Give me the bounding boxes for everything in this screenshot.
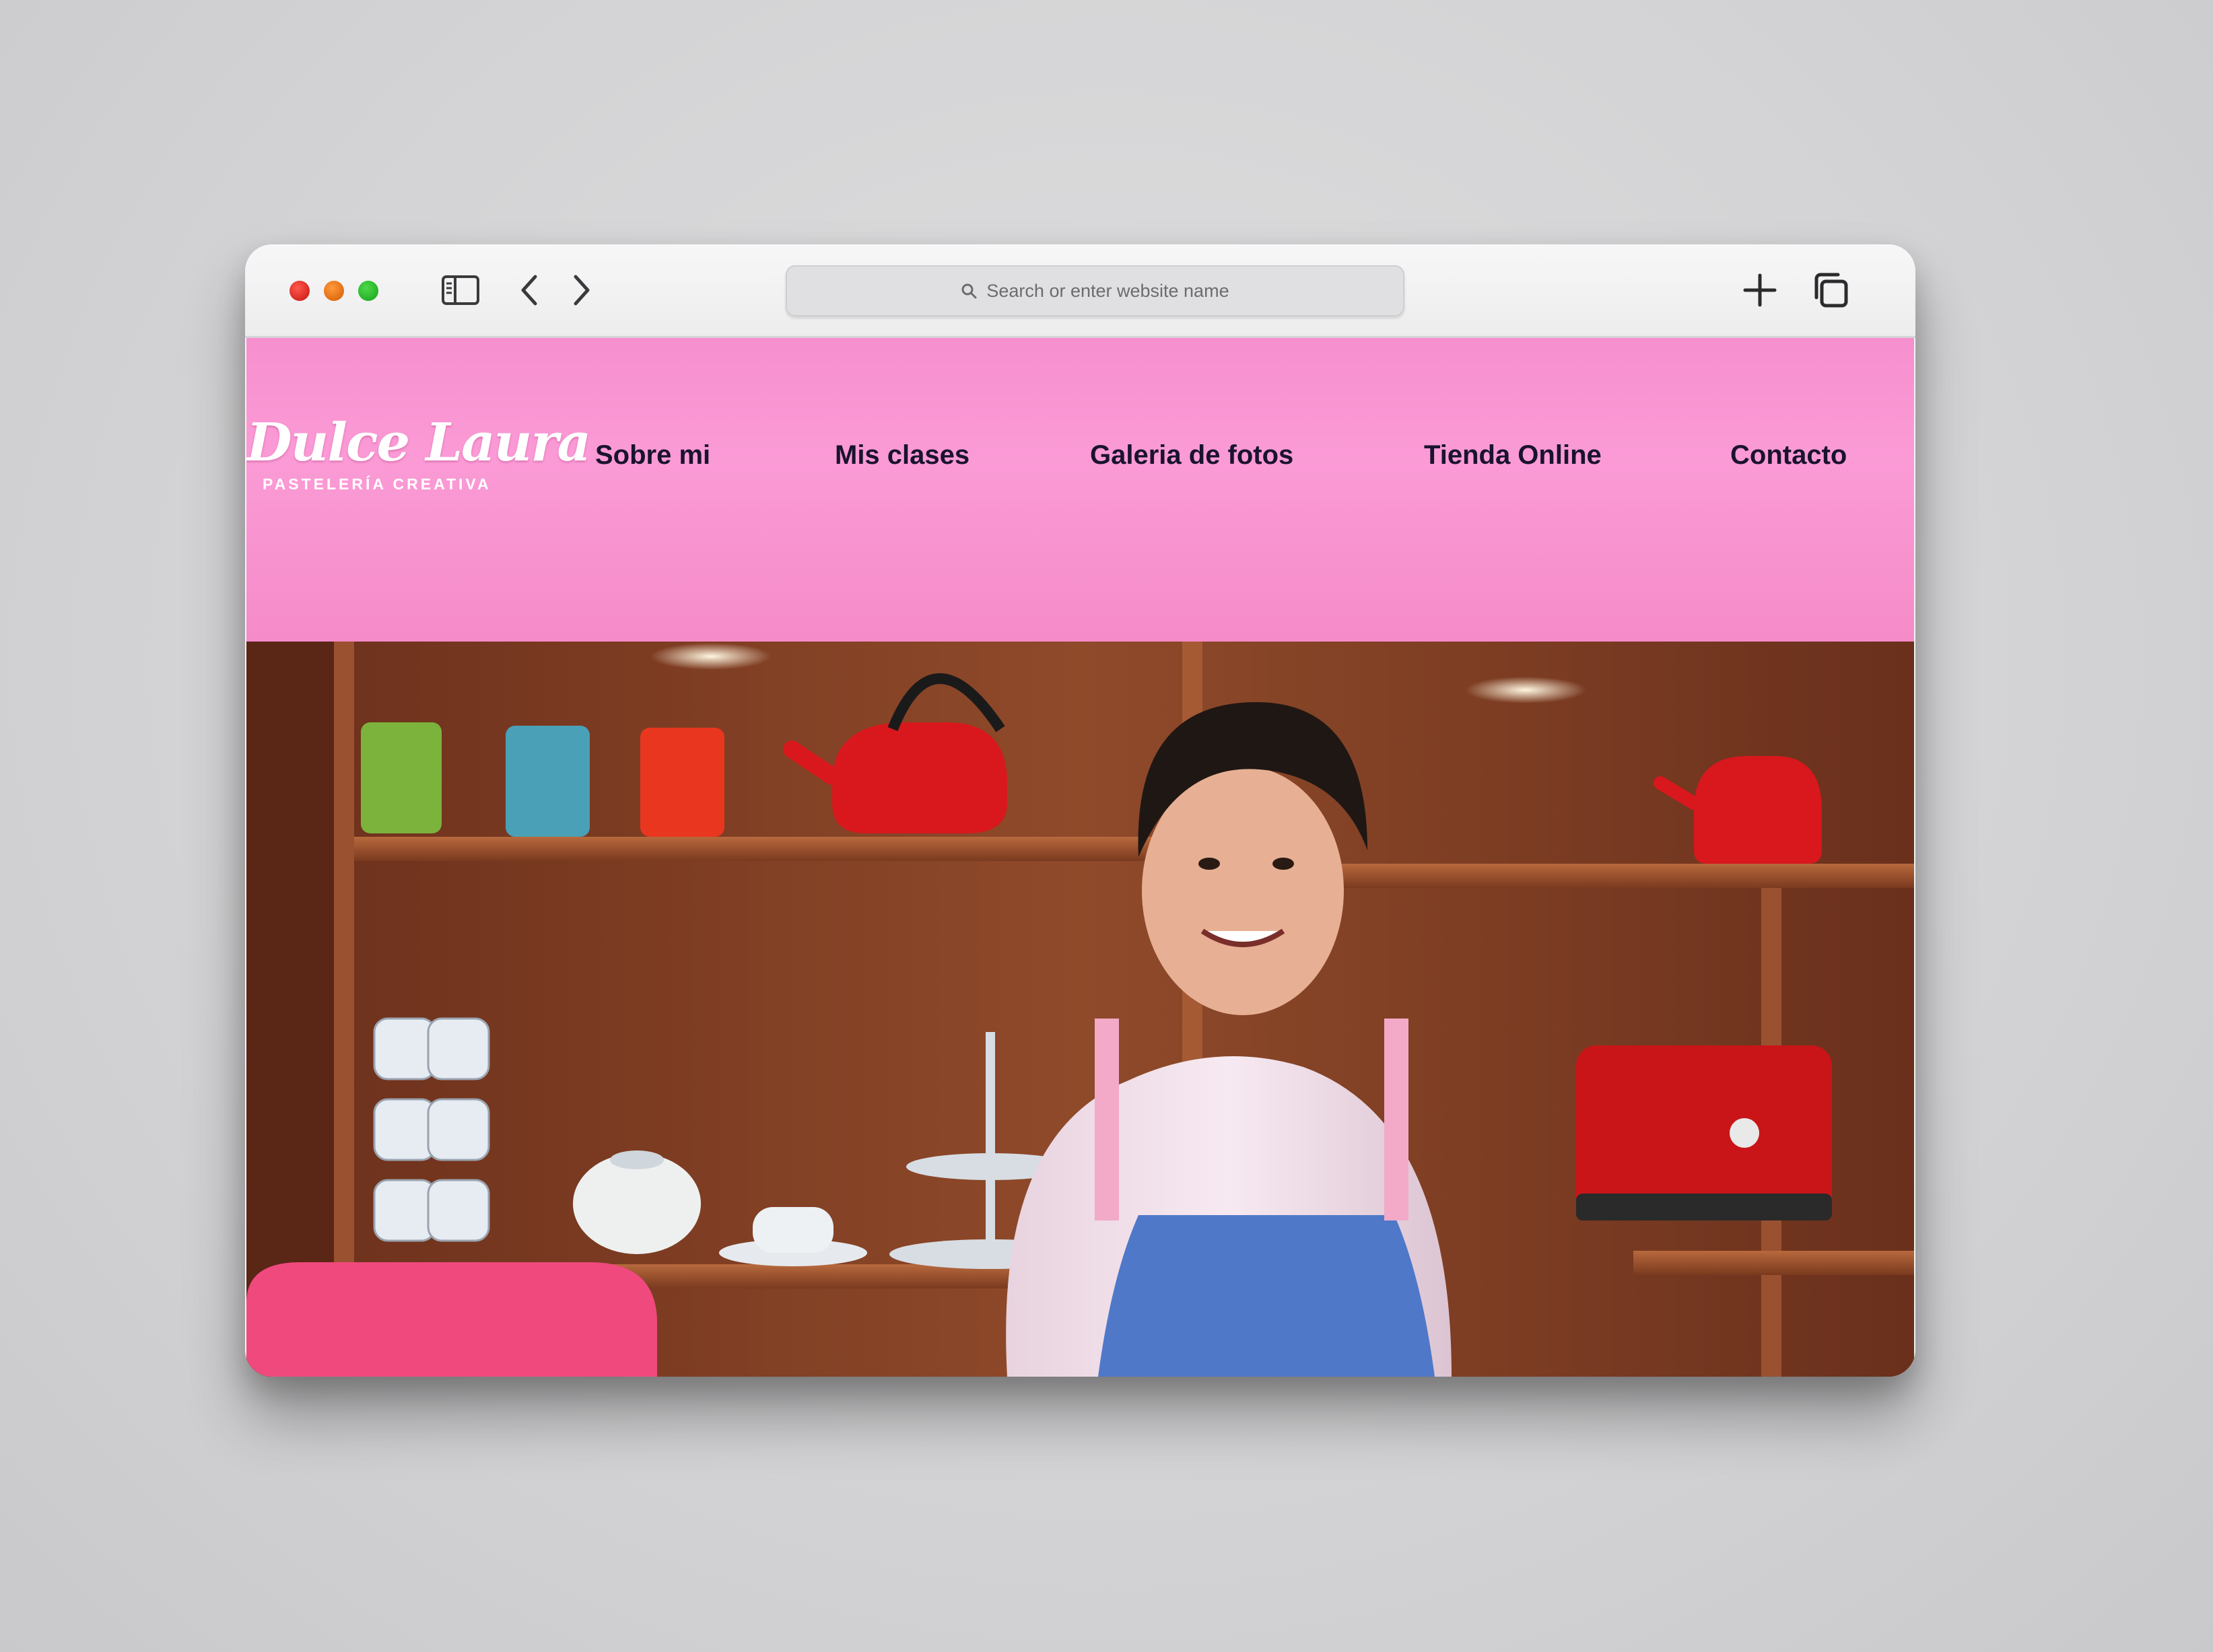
forward-icon[interactable]	[561, 270, 602, 310]
nav-contacto[interactable]: Contacto	[1730, 440, 1847, 471]
back-icon[interactable]	[509, 270, 549, 310]
site-logo[interactable]: Dulce Laura PASTELERÍA CREATIVA	[246, 412, 591, 493]
tab-overview-icon[interactable]	[1810, 270, 1851, 310]
hero-photo	[246, 642, 1914, 1377]
address-placeholder: Search or enter website name	[986, 280, 1229, 301]
browser-window: Search or enter website name Dulce Laura…	[245, 244, 1915, 1377]
address-bar[interactable]: Search or enter website name	[786, 265, 1404, 316]
web-page: Dulce Laura PASTELERÍA CREATIVA Sobre mi…	[246, 338, 1914, 1377]
browser-toolbar: Search or enter website name	[245, 244, 1915, 338]
kitchen-scene-illustration	[246, 642, 1914, 1377]
nav-tienda-online[interactable]: Tienda Online	[1424, 440, 1602, 471]
logo-subtitle: PASTELERÍA CREATIVA	[263, 475, 491, 493]
close-window-button[interactable]	[290, 281, 310, 301]
logo-script-text: Dulce Laura	[246, 412, 591, 473]
nav-sobre-mi[interactable]: Sobre mi	[595, 440, 710, 471]
site-header: Dulce Laura PASTELERÍA CREATIVA Sobre mi…	[246, 338, 1914, 642]
search-icon	[961, 283, 977, 299]
sidebar-toggle-icon[interactable]	[440, 270, 481, 310]
new-tab-icon[interactable]	[1740, 270, 1780, 310]
nav-mis-clases[interactable]: Mis clases	[835, 440, 969, 471]
minimize-window-button[interactable]	[324, 281, 344, 301]
nav-galeria-de-fotos[interactable]: Galeria de fotos	[1090, 440, 1293, 471]
maximize-window-button[interactable]	[358, 281, 378, 301]
